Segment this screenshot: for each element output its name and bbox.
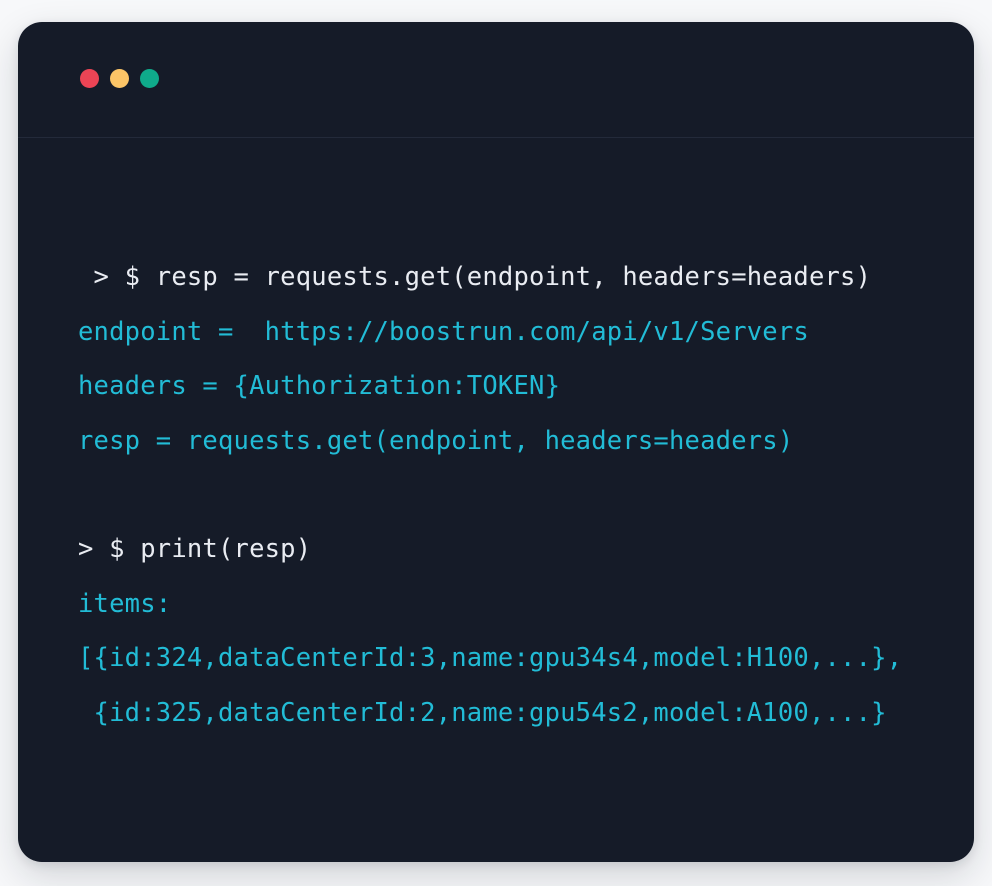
close-window-button[interactable] — [80, 69, 99, 88]
window-controls — [80, 69, 159, 88]
terminal-prompt-line: > $ print(resp) — [78, 534, 312, 564]
maximize-window-button[interactable] — [140, 69, 159, 88]
terminal-output-line: [{id:324,dataCenterId:3,name:gpu34s4,mod… — [78, 643, 903, 673]
terminal-output-line: {id:325,dataCenterId:2,name:gpu54s2,mode… — [78, 697, 887, 728]
minimize-window-button[interactable] — [110, 69, 129, 88]
terminal-titlebar — [18, 22, 974, 138]
terminal-output-line: endpoint = https://boostrun.com/api/v1/S… — [78, 316, 809, 347]
terminal-output-line: items: — [78, 588, 172, 619]
terminal-output-line: resp = requests.get(endpoint, headers=he… — [78, 425, 794, 456]
page-root: > $ resp = requests.get(endpoint, header… — [0, 0, 992, 886]
terminal-window: > $ resp = requests.get(endpoint, header… — [18, 22, 974, 862]
code-output: > $ resp = requests.get(endpoint, header… — [18, 250, 974, 740]
terminal-output-line: headers = {Authorization:TOKEN} — [78, 371, 561, 401]
terminal-prompt-line: > $ resp = requests.get(endpoint, header… — [78, 262, 872, 292]
terminal-body[interactable]: > $ resp = requests.get(endpoint, header… — [18, 138, 974, 861]
